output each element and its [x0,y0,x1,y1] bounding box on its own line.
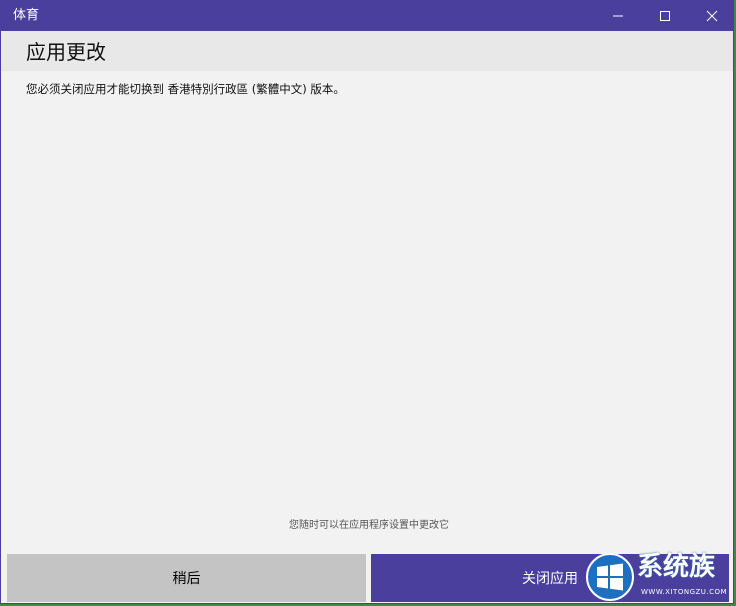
page-title: 应用更改 [26,40,106,64]
minimize-button[interactable] [595,1,641,31]
title-bar[interactable]: 体育 [1,1,733,31]
minimize-icon [612,7,624,26]
later-button[interactable]: 稍后 [7,554,366,602]
header-band [1,31,733,71]
window-title: 体育 [13,8,40,23]
maximize-button[interactable] [642,1,688,31]
dialog-message: 您必须关闭应用才能切换到 香港特別行政區 (繁體中文) 版本。 [26,82,345,96]
settings-hint: 您随时可以在应用程序设置中更改它 [289,520,449,531]
close-app-button[interactable]: 关闭应用 [371,554,729,602]
close-window-button[interactable] [689,1,735,31]
maximize-icon [659,7,671,26]
close-icon [706,7,718,26]
later-button-label: 稍后 [172,571,201,587]
app-window: 体育 应用更改 您必须关闭应用才能切换到 香港特別行政區 (繁體中文) 版本。 … [0,0,734,604]
close-app-button-label: 关闭应用 [522,571,578,587]
